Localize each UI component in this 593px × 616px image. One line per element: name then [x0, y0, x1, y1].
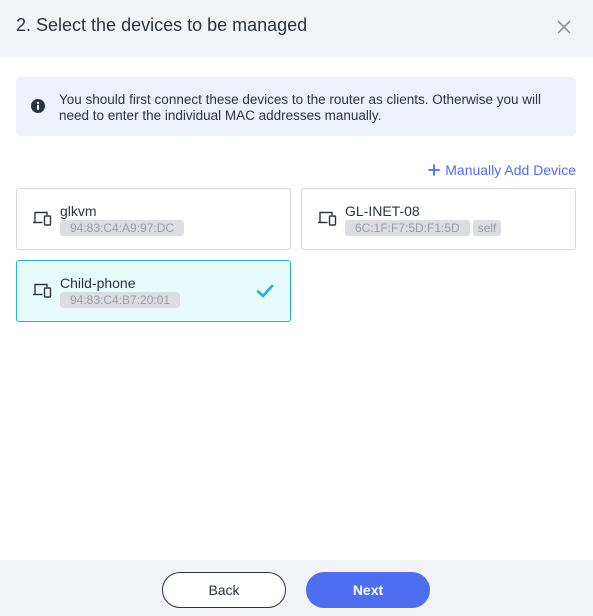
info-notice: You should first connect these devices t… [16, 77, 576, 136]
manually-add-device-link[interactable]: Manually Add Device [428, 162, 576, 178]
mac-address-badge: 6C:1F:F7:5D:F1:5D [345, 220, 470, 236]
mac-address-badge: 94:83:C4:B7:20:01 [60, 292, 181, 308]
device-card-glkvm[interactable]: glkvm 94:83:C4:A9:97:DC [16, 188, 291, 250]
devices-icon [33, 211, 52, 226]
mac-address-badge: 94:83:C4:A9:97:DC [60, 220, 185, 236]
notice-text: You should first connect these devices t… [59, 92, 541, 123]
self-badge: self [472, 220, 502, 236]
device-card-gl-inet-08[interactable]: GL-INET-08 6C:1F:F7:5D:F1:5D self [301, 188, 576, 250]
checkmark-icon [256, 284, 274, 298]
dialog-footer: Back Next [0, 560, 593, 616]
close-icon [557, 20, 571, 34]
plus-icon [428, 164, 441, 176]
device-card-child-phone[interactable]: Child-phone 94:83:C4:B7:20:01 [16, 260, 291, 322]
dialog-header: 2. Select the devices to be managed [0, 0, 593, 57]
close-button[interactable] [553, 16, 575, 38]
dialog-title: 2. Select the devices to be managed [16, 15, 308, 35]
next-button[interactable]: Next [306, 572, 430, 608]
devices-icon [318, 211, 337, 226]
manually-add-device-label: Manually Add Device [445, 162, 576, 178]
info-icon [31, 99, 45, 113]
device-name: GL-INET-08 [345, 203, 420, 219]
device-name: Child-phone [60, 275, 136, 291]
back-button[interactable]: Back [162, 572, 286, 608]
device-name: glkvm [60, 203, 97, 219]
devices-icon [33, 283, 52, 298]
